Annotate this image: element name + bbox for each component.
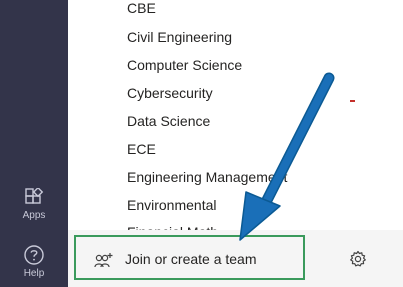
help-icon: [24, 245, 44, 265]
rail-item-label: Help: [23, 268, 45, 279]
team-list: CBE Civil Engineering Computer Science C…: [68, 0, 403, 238]
team-item[interactable]: Engineering Management: [127, 169, 287, 185]
join-or-create-team-button[interactable]: Join or create a team: [74, 235, 305, 280]
apps-icon: [25, 188, 44, 204]
team-item[interactable]: Computer Science: [127, 57, 242, 73]
team-item[interactable]: Cybersecurity: [127, 85, 213, 101]
rail-item-apps[interactable]: Apps: [0, 188, 68, 221]
team-item[interactable]: Environmental: [127, 197, 217, 213]
rail-item-label: Apps: [22, 210, 46, 221]
team-item[interactable]: CBE: [127, 0, 156, 16]
app-rail: Apps Help: [0, 0, 68, 287]
rail-item-help[interactable]: Help: [0, 244, 68, 279]
team-item[interactable]: Data Science: [127, 113, 210, 129]
team-item[interactable]: Civil Engineering: [127, 29, 232, 45]
teams-footer: Join or create a team: [68, 230, 403, 287]
join-team-label: Join or create a team: [125, 251, 257, 267]
join-team-icon: [94, 253, 113, 268]
gear-icon[interactable]: [349, 250, 367, 268]
team-item[interactable]: ECE: [127, 141, 156, 157]
notification-dot: [350, 100, 355, 102]
